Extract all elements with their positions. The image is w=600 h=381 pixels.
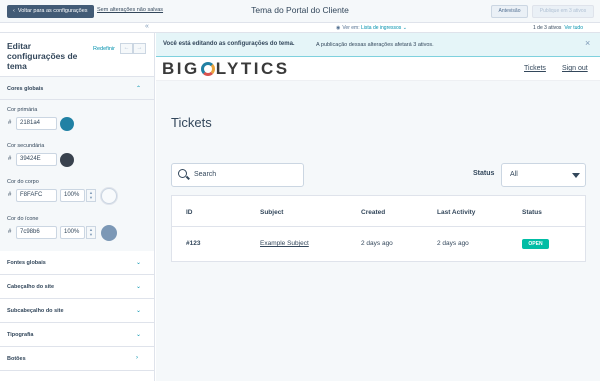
hash-symbol: # — [8, 229, 12, 235]
body-opacity-stepper[interactable]: ▲ ▼ — [86, 189, 96, 202]
banner-title: Você está editando as configurações do t… — [163, 41, 295, 47]
icon-color-label: Cor do ícone — [7, 216, 39, 222]
ticket-id: #123 — [186, 240, 201, 247]
undo-icon: ← — [123, 45, 130, 51]
section-global-fonts[interactable]: Fontes globais ⌄ — [0, 251, 154, 275]
section-label: Cabeçalho do site — [7, 284, 55, 290]
icon-opacity-stepper[interactable]: ▲ ▼ — [86, 226, 96, 239]
preview-area: Você está editando as configurações do t… — [156, 33, 600, 381]
search-icon — [178, 169, 187, 178]
info-banner: Você está editando as configurações do t… — [156, 33, 600, 57]
ticket-last-activity: 2 days ago — [437, 240, 469, 247]
view-on-selector[interactable]: ◉ Ver em: Lista de ingressos ⌄ — [336, 25, 407, 31]
section-label: Subcabeçalho do site — [7, 308, 64, 314]
theme-settings-sidebar: Editar configurações de tema Redefinir ←… — [0, 33, 155, 381]
icon-opacity-input[interactable]: 100% — [60, 226, 85, 239]
portal-logo[interactable]: BIG LYTICS — [162, 59, 290, 79]
status-badge: OPEN — [522, 239, 549, 249]
undo-button[interactable]: ← — [120, 43, 133, 54]
table-divider — [172, 226, 585, 227]
sidebar-title: Editar configurações de tema — [7, 41, 78, 71]
preview-button[interactable]: Antevisão — [491, 5, 528, 18]
nav-tickets-link[interactable]: Tickets — [524, 65, 546, 72]
chevron-up-icon[interactable]: ⌃ — [136, 85, 141, 92]
secondary-color-input[interactable]: 39424E — [16, 153, 57, 166]
chevron-down-icon: ⌄ — [401, 24, 407, 31]
search-placeholder: Search — [194, 171, 217, 178]
view-all-link[interactable]: Ver tudo — [564, 25, 583, 31]
asset-count: 1 de 3 ativos Ver tudo — [533, 25, 583, 31]
search-input[interactable]: Search — [171, 163, 304, 187]
nav-signout-link[interactable]: Sign out — [562, 65, 588, 72]
top-bar: ‹ Voltar para as configurações Sem altera… — [0, 0, 600, 23]
section-label: Fontes globais — [7, 260, 46, 266]
column-header-created: Created — [361, 209, 386, 216]
secondary-color-swatch[interactable] — [60, 153, 74, 167]
close-icon[interactable]: × — [585, 38, 590, 48]
tickets-heading: Tickets — [171, 115, 212, 130]
eye-icon: ◉ — [336, 24, 341, 31]
collapse-sidebar-icon[interactable]: « — [145, 23, 149, 30]
reset-link[interactable]: Redefinir — [93, 46, 115, 52]
chevron-down-icon: ⌄ — [136, 284, 142, 290]
publish-button[interactable]: Publique em 3 ativos — [532, 5, 594, 18]
column-header-status: Status — [522, 209, 542, 216]
chevron-down-icon: ⌄ — [136, 308, 142, 314]
back-to-settings-button[interactable]: ‹ Voltar para as configurações — [7, 5, 94, 18]
column-header-last-activity: Last Activity — [437, 209, 476, 216]
caret-down-icon — [572, 173, 580, 178]
body-opacity-input[interactable]: 100% — [60, 189, 85, 202]
primary-color-label: Cor primária — [7, 107, 38, 113]
banner-text: A publicação dessas alterações afetará 3… — [316, 41, 434, 48]
chevron-left-icon: ‹ — [13, 8, 15, 14]
body-color-label: Cor do corpo — [7, 179, 39, 185]
status-filter-select[interactable]: All — [501, 163, 586, 187]
portal-header: BIG LYTICS Tickets Sign out — [156, 57, 600, 81]
hash-symbol: # — [8, 120, 12, 126]
primary-color-input[interactable]: 2181a4 — [16, 117, 57, 130]
icon-color-swatch[interactable] — [101, 225, 117, 241]
logo-ring-icon — [200, 62, 215, 76]
chevron-right-icon: › — [136, 355, 138, 361]
hash-symbol: # — [8, 192, 12, 198]
view-on-value[interactable]: Lista de ingressos — [361, 25, 401, 31]
section-site-header[interactable]: Cabeçalho do site ⌄ — [0, 275, 154, 299]
primary-color-swatch[interactable] — [60, 117, 74, 131]
back-button-label: Voltar para as configurações — [17, 8, 88, 14]
section-buttons[interactable]: Botões › — [0, 347, 154, 371]
status-filter-label: Status — [473, 170, 495, 177]
body-color-swatch[interactable] — [101, 188, 117, 204]
column-header-id: ID — [186, 209, 193, 216]
global-colors-heading[interactable]: Cores globais — [7, 86, 43, 92]
chevron-down-icon: ⌄ — [136, 260, 142, 266]
asset-count-text: 1 de 3 ativos — [533, 24, 562, 31]
view-bar: « ◉ Ver em: Lista de ingressos ⌄ 1 de 3 a… — [0, 23, 600, 33]
redo-icon: → — [136, 45, 143, 51]
ticket-subject-link[interactable]: Example Subject — [260, 240, 309, 247]
column-header-subject: Subject — [260, 209, 284, 216]
global-colors-section: Cores globais ⌃ Cor primária # 2181a4 Co… — [0, 76, 154, 278]
redo-button[interactable]: → — [133, 43, 146, 54]
unsaved-changes-link[interactable]: Sem alterações não salvas — [97, 7, 163, 13]
body-color-input[interactable]: F8FAFC — [16, 189, 57, 202]
tickets-table: ID Subject Created Last Activity Status … — [171, 195, 586, 262]
section-label: Tipografia — [7, 332, 34, 338]
status-filter-value: All — [510, 171, 518, 178]
chevron-down-icon: ⌄ — [136, 332, 142, 338]
icon-color-input[interactable]: 7c98b6 — [16, 226, 57, 239]
hash-symbol: # — [8, 156, 12, 162]
section-site-subheader[interactable]: Subcabeçalho do site ⌄ — [0, 299, 154, 323]
divider — [0, 99, 154, 100]
view-on-label: Ver em: — [342, 24, 360, 31]
section-typography[interactable]: Tipografia ⌄ — [0, 323, 154, 347]
ticket-created: 2 days ago — [361, 240, 393, 247]
section-label: Botões — [7, 356, 26, 362]
secondary-color-label: Cor secundária — [7, 143, 45, 149]
